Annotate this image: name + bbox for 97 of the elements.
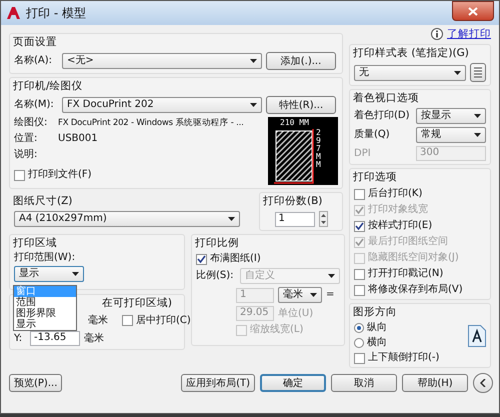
dropdown[interactable]: 无 (354, 64, 466, 80)
caret-icon (250, 59, 257, 63)
paper-preview-drawing (268, 117, 338, 185)
radio-button[interactable] (354, 323, 364, 333)
checkbox[interactable] (14, 170, 25, 180)
checkbox-label: 居中打印(C) (136, 314, 191, 326)
caret-icon (228, 217, 235, 221)
checkbox[interactable] (196, 254, 207, 264)
group-title: 在可打印区域) (102, 297, 172, 310)
dimension-label: 297 MM (316, 129, 322, 169)
group-title: 打印样式表 (笔指定)(G) (353, 47, 470, 60)
group-title: 打印选项 (353, 171, 398, 184)
dropdown-option[interactable]: 范围 (14, 297, 76, 308)
checkbox[interactable] (122, 315, 133, 326)
input-field[interactable]: -13.65 (30, 331, 80, 346)
dropdown[interactable]: A4 (210x297mm) (14, 211, 240, 227)
button[interactable]: 取消 (331, 374, 397, 392)
field-label: Y: (14, 332, 24, 344)
caret-icon (250, 103, 257, 107)
dropdown-option[interactable]: 显示 (14, 319, 76, 330)
button[interactable]: 特性(R)... (266, 96, 336, 114)
dropdown-option[interactable]: 图形界限 (14, 308, 76, 319)
close-button[interactable] (452, 1, 494, 21)
checkbox-label: 将修改保存到布局(V) (368, 284, 463, 296)
checkbox-label: 布满图纸(I) (210, 253, 261, 265)
dropdown[interactable]: FX DocuPrint 202 (62, 97, 262, 113)
checkbox[interactable] (354, 268, 365, 280)
checkbox[interactable] (354, 188, 365, 200)
button[interactable]: 预览(P)... (9, 374, 62, 392)
button[interactable]: 应用到布局(T) (181, 374, 255, 392)
dropdown[interactable]: 常规 (416, 127, 486, 143)
radio-button[interactable] (354, 338, 364, 348)
radio-label: 纵向 (367, 322, 387, 334)
dropdown[interactable]: 按显示 (416, 108, 486, 124)
caret-icon (328, 274, 335, 278)
field-label: 着色打印(D) (354, 110, 411, 122)
edit-button[interactable] (470, 63, 486, 82)
dropdown[interactable]: 毫米 (278, 287, 322, 303)
field-label: 位置: (14, 133, 38, 145)
field-label: 质量(Q) (354, 129, 391, 141)
field-label: 打印范围(W): (14, 252, 76, 264)
checkbox-label: 最后打印图纸空间 (368, 236, 448, 248)
field-label: USB001 (58, 133, 98, 145)
portrait-page-icon (468, 324, 486, 346)
dimension-label: 210 MM (280, 118, 309, 127)
dropdown[interactable]: 显示 (14, 266, 84, 282)
caret-icon (310, 293, 317, 297)
checkbox-label: 上下颠倒打印(-) (368, 352, 440, 364)
group-title: 页面设置 (13, 36, 58, 49)
caret-icon (474, 114, 481, 118)
button[interactable]: 确定 (260, 374, 326, 392)
button[interactable]: 添加(.)... (266, 52, 336, 70)
group-title: 图纸尺寸(Z) (13, 195, 74, 208)
group-title: 着色视口选项 (353, 92, 420, 105)
group-title: 打印机/绘图仪 (13, 80, 84, 93)
app-logo-icon (6, 6, 22, 20)
field-label: 比例(S): (196, 270, 235, 282)
checkbox-label: 后台打印(K) (368, 188, 422, 200)
caret-icon (72, 272, 79, 276)
checkbox-label: 打印到文件(F) (28, 169, 92, 181)
radio-label: 横向 (367, 337, 387, 349)
field-label: DPI (354, 148, 372, 160)
field-label: 名称(M): (14, 99, 55, 111)
checkbox-label: 打开打印戳记(N) (368, 268, 444, 280)
checkbox-label: 缩放线宽(L) (250, 324, 304, 336)
checkbox[interactable] (354, 352, 365, 364)
field-label: 毫米 (84, 332, 104, 344)
dropdown[interactable]: <无> (62, 53, 262, 69)
info-icon (431, 28, 443, 40)
checkbox-label: 隐藏图纸空间对象(J) (368, 252, 459, 264)
group-title: 打印份数(B) (263, 195, 324, 208)
caret-icon (454, 70, 461, 74)
field-label: = (326, 289, 334, 301)
close-icon (468, 6, 478, 16)
spin-field[interactable]: 1 (274, 212, 314, 226)
check-icon (197, 255, 206, 263)
spinner-arrows-icon[interactable] (318, 211, 328, 227)
field-label: 毫米 (88, 314, 108, 326)
list-icon (474, 67, 482, 78)
help-link[interactable]: 了解打印 (447, 28, 491, 40)
checkbox-label: 打印对象线宽 (368, 204, 428, 216)
group-title: 打印比例 (195, 237, 240, 250)
field-label: 绘图仪: (14, 117, 48, 129)
group-title: 打印区域 (13, 237, 58, 250)
checkbox[interactable] (354, 284, 365, 296)
caret-icon (474, 133, 481, 137)
checkbox-label: 按样式打印(E) (368, 220, 432, 232)
field-label: 说明: (14, 149, 38, 161)
field-label: FX DocuPrint 202 - Windows 系统驱动程序 - ... (58, 117, 244, 129)
arrow-left-icon (480, 379, 486, 387)
expand-button[interactable] (473, 373, 493, 393)
button[interactable]: 帮助(H) (402, 374, 468, 392)
checkbox[interactable] (354, 220, 365, 232)
group-title: 图形方向 (353, 306, 398, 319)
field-label: 单位(U) (278, 308, 314, 320)
window-title: 打印 - 模型 (26, 7, 86, 19)
field-label: 名称(A): (14, 55, 54, 67)
